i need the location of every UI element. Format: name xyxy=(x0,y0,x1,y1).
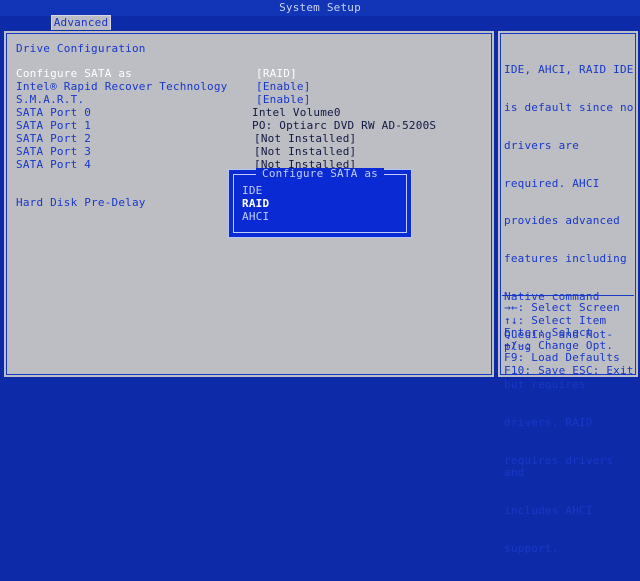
popup-option-ahci[interactable]: AHCI xyxy=(242,211,269,223)
sata-port-0-label: SATA Port 0 xyxy=(16,106,92,119)
key-help-select-screen: →←: Select Screen xyxy=(504,301,620,314)
popup-frame: Configure SATA as IDE RAID AHCI xyxy=(233,168,407,233)
key-help-list: →←: Select Screen ↑↓: Select Item Enter:… xyxy=(504,301,634,378)
help-line: includes AHCI xyxy=(504,503,593,517)
rapid-recover-value[interactable]: [Enable] xyxy=(256,80,311,93)
key-help-save-exit: F10: Save ESC: Exit xyxy=(504,363,634,377)
smart-label[interactable]: S.M.A.R.T. xyxy=(16,93,84,106)
help-line: is default since no xyxy=(504,100,634,114)
help-panel: IDE, AHCI, RAID IDE is default since no … xyxy=(498,31,638,554)
key-help-enter: Enter: Select xyxy=(504,326,593,340)
help-line: required. AHCI xyxy=(504,176,600,190)
help-divider xyxy=(502,295,634,296)
help-line: support. xyxy=(504,541,559,555)
sata-port-1-label: SATA Port 1 xyxy=(16,119,92,132)
help-line: drivers are xyxy=(504,138,580,152)
rapid-recover-label[interactable]: Intel® Rapid Recover Technology xyxy=(16,80,228,93)
configure-sata-value[interactable]: [RAID] xyxy=(256,67,297,80)
sata-port-1-value: PO: Optiarc DVD RW AD-5200S xyxy=(252,119,437,132)
popup-option-raid[interactable]: RAID xyxy=(242,198,269,210)
help-line: features including xyxy=(504,252,627,266)
sata-port-3-value: [Not Installed] xyxy=(254,145,357,158)
tab-advanced[interactable]: Advanced xyxy=(51,15,111,30)
configure-sata-popup: Configure SATA as IDE RAID AHCI xyxy=(228,168,412,238)
help-line: provides advanced xyxy=(504,214,620,228)
smart-value[interactable]: [Enable] xyxy=(256,93,311,106)
section-title: Drive Configuration xyxy=(16,42,146,55)
help-line: IDE, AHCI, RAID IDE xyxy=(504,63,634,77)
help-line: requires drivers and xyxy=(504,453,620,480)
configure-sata-label[interactable]: Configure SATA as xyxy=(16,67,132,80)
sata-port-3-label: SATA Port 3 xyxy=(16,145,92,158)
sata-port-2-label: SATA Port 2 xyxy=(16,132,92,145)
help-line: drivers. RAID xyxy=(504,415,593,429)
sata-port-4-label: SATA Port 4 xyxy=(16,158,92,171)
window-title: System Setup xyxy=(0,0,640,16)
hard-disk-pre-delay-label[interactable]: Hard Disk Pre-Delay xyxy=(16,196,146,209)
sata-port-0-value: Intel Volume0 xyxy=(252,106,341,119)
popup-title: Configure SATA as xyxy=(256,168,384,180)
popup-option-ide[interactable]: IDE xyxy=(242,185,262,197)
sata-port-2-value: [Not Installed] xyxy=(254,132,357,145)
